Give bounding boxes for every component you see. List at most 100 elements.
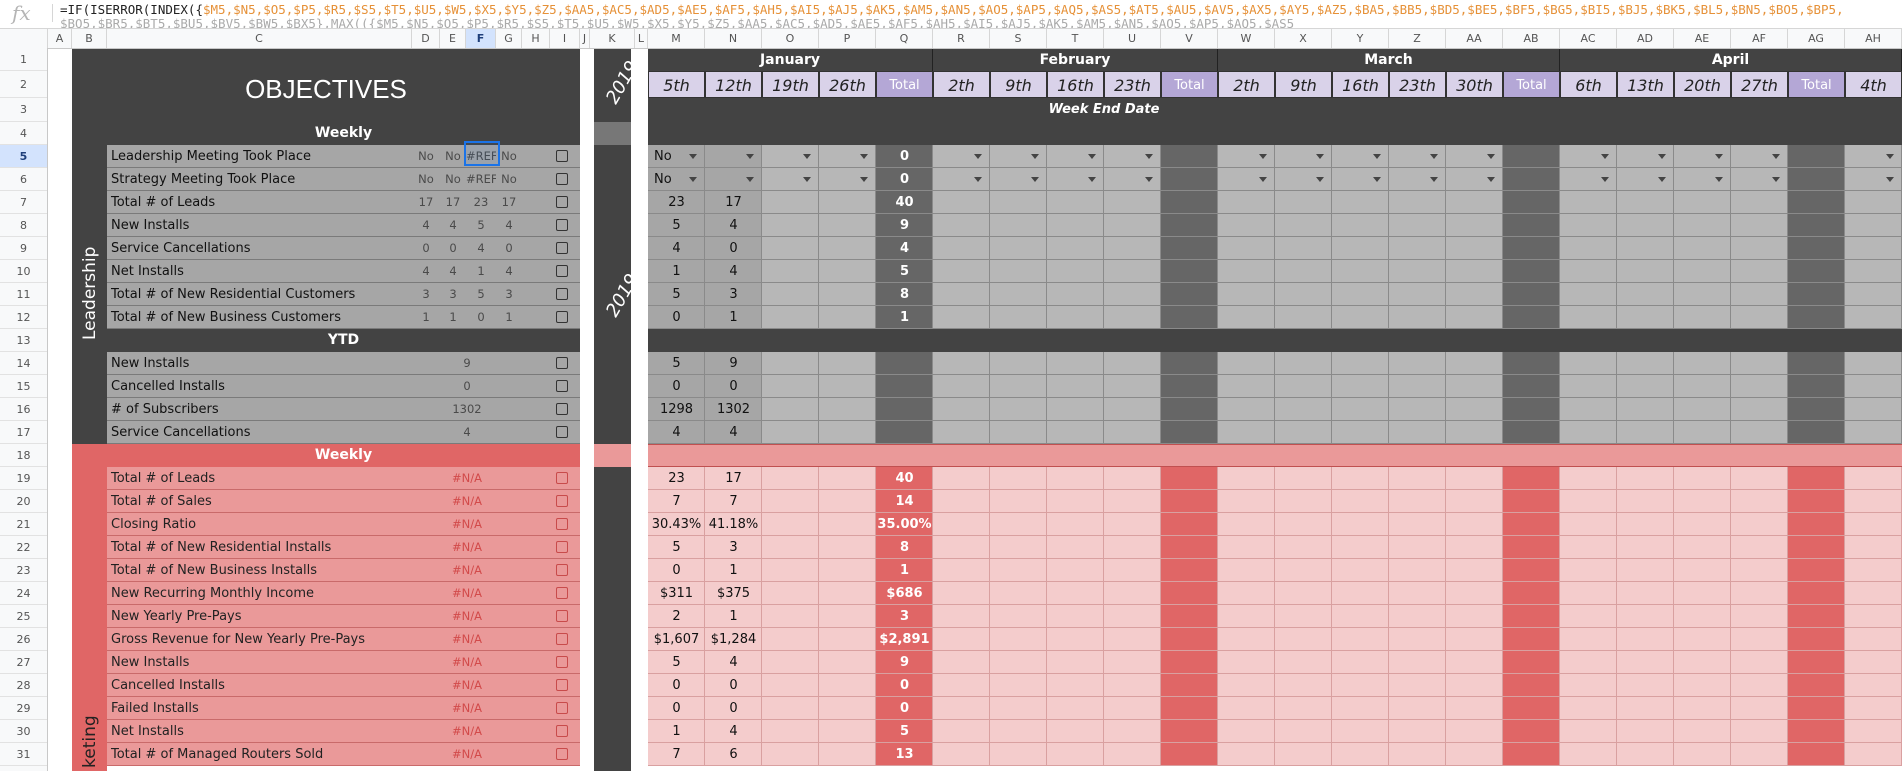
row-19-d[interactable]: #N/A [412,467,522,490]
week-date-n[interactable]: 12th [705,71,762,98]
row-27-m[interactable]: 5 [648,651,705,674]
row-7-m[interactable]: 23 [648,191,705,214]
row-26-n[interactable]: $1,284 [705,628,762,651]
row-5-dropdown-af[interactable] [1772,154,1780,159]
week-date-aa[interactable]: 30th [1446,71,1503,98]
row-19-q[interactable]: 40 [876,467,933,490]
row-5-dropdown-t[interactable] [1088,154,1096,159]
row-23-n[interactable]: 1 [705,559,762,582]
row-9-f[interactable]: 4 [466,237,496,260]
row-10-n[interactable]: 4 [705,260,762,283]
row-8-d[interactable]: 4 [412,214,440,237]
row-5-dropdown-aa[interactable] [1487,154,1495,159]
row-14-n[interactable]: 9 [705,352,762,375]
row-11-checkbox[interactable] [556,288,568,300]
row-24-n[interactable]: $375 [705,582,762,605]
week-date-y[interactable]: 16th [1332,71,1389,98]
row-25-m[interactable]: 2 [648,605,705,628]
week-date-r[interactable]: 2th [933,71,990,98]
week-date-ah[interactable]: 4th [1845,71,1902,98]
row-14-q[interactable] [876,352,933,375]
row-11-d[interactable]: 3 [412,283,440,306]
row-7-f[interactable]: 23 [466,191,496,214]
row-11-q[interactable]: 8 [876,283,933,306]
row-11-e[interactable]: 3 [440,283,466,306]
row-23-d[interactable]: #N/A [412,559,522,582]
row-7-g[interactable]: 17 [496,191,522,214]
row-14-d[interactable]: 9 [412,352,522,375]
row-25-q[interactable]: 3 [876,605,933,628]
row-6-g[interactable]: No [496,168,522,191]
row-28-n[interactable]: 0 [705,674,762,697]
row-19-m[interactable]: 23 [648,467,705,490]
selected-cell-f5[interactable] [464,141,500,166]
row-5-dropdown-x[interactable] [1316,154,1324,159]
week-date-v[interactable]: Total [1161,71,1218,98]
row-12-f[interactable]: 0 [466,306,496,329]
row-6-dropdown-ad[interactable] [1658,177,1666,182]
row-20-q[interactable]: 14 [876,490,933,513]
row-9-q[interactable]: 4 [876,237,933,260]
row-21-checkbox[interactable] [556,518,568,530]
week-date-ac[interactable]: 6th [1560,71,1617,98]
row-9-n[interactable]: 0 [705,237,762,260]
row-17-m[interactable]: 4 [648,421,705,444]
row-6-dropdown-z[interactable] [1430,177,1438,182]
row-5-dropdown-ah[interactable] [1886,154,1894,159]
row-20-m[interactable]: 7 [648,490,705,513]
row-7-n[interactable]: 17 [705,191,762,214]
row-21-d[interactable]: #N/A [412,513,522,536]
row-19-checkbox[interactable] [556,472,568,484]
week-date-ab[interactable]: Total [1503,71,1560,98]
row-31-q[interactable]: 13 [876,743,933,766]
row-25-checkbox[interactable] [556,610,568,622]
row-30-n[interactable]: 4 [705,720,762,743]
row-22-m[interactable]: 5 [648,536,705,559]
row-12-d[interactable]: 1 [412,306,440,329]
row-10-e[interactable]: 4 [440,260,466,283]
row-5-checkbox[interactable] [556,150,568,162]
row-7-d[interactable]: 17 [412,191,440,214]
row-5-dropdown-p[interactable] [860,154,868,159]
row-16-n[interactable]: 1302 [705,398,762,421]
row-5-dropdown-u[interactable] [1145,154,1153,159]
row-28-d[interactable]: #N/A [412,674,522,697]
row-5-dropdown-m[interactable] [689,154,697,159]
row-15-q[interactable] [876,375,933,398]
row-31-checkbox[interactable] [556,748,568,760]
row-6-checkbox[interactable] [556,173,568,185]
row-6-dropdown-y[interactable] [1373,177,1381,182]
row-12-g[interactable]: 1 [496,306,522,329]
row-29-m[interactable]: 0 [648,697,705,720]
row-10-m[interactable]: 1 [648,260,705,283]
row-10-d[interactable]: 4 [412,260,440,283]
row-15-checkbox[interactable] [556,380,568,392]
row-5-dropdown-o[interactable] [803,154,811,159]
row-15-n[interactable]: 0 [705,375,762,398]
row-29-n[interactable]: 0 [705,697,762,720]
row-24-m[interactable]: $311 [648,582,705,605]
row-6-d[interactable]: No [412,168,440,191]
row-8-checkbox[interactable] [556,219,568,231]
row-10-checkbox[interactable] [556,265,568,277]
row-6-dropdown-o[interactable] [803,177,811,182]
row-17-n[interactable]: 4 [705,421,762,444]
row-22-checkbox[interactable] [556,541,568,553]
row-15-m[interactable]: 0 [648,375,705,398]
row-27-d[interactable]: #N/A [412,651,522,674]
row-23-m[interactable]: 0 [648,559,705,582]
row-28-m[interactable]: 0 [648,674,705,697]
row-22-d[interactable]: #N/A [412,536,522,559]
row-6-dropdown-s[interactable] [1031,177,1039,182]
row-5-dropdown-ad[interactable] [1658,154,1666,159]
row-16-checkbox[interactable] [556,403,568,415]
row-5-dropdown-y[interactable] [1373,154,1381,159]
row-21-n[interactable]: 41.18% [705,513,762,536]
row-5-d[interactable]: No [412,145,440,168]
row-22-q[interactable]: 8 [876,536,933,559]
row-29-d[interactable]: #N/A [412,697,522,720]
row-9-g[interactable]: 0 [496,237,522,260]
row-16-d[interactable]: 1302 [412,398,522,421]
row-29-checkbox[interactable] [556,702,568,714]
row-12-m[interactable]: 0 [648,306,705,329]
